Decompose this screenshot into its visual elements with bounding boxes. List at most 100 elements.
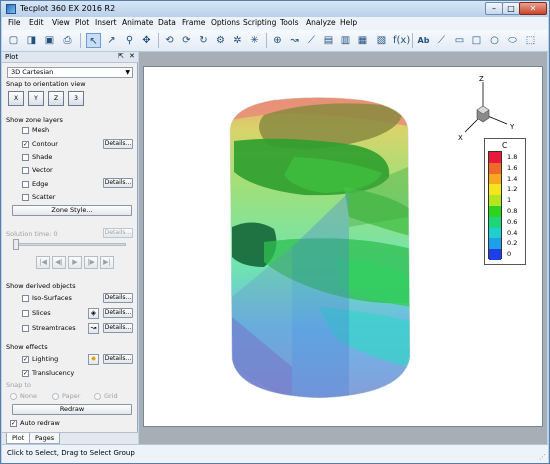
polyline-icon[interactable]: ⟋: [434, 33, 449, 48]
menu-help[interactable]: Help: [340, 18, 357, 27]
rotate-y-icon[interactable]: ⟳: [179, 33, 194, 48]
step-forward-button[interactable]: |▶: [84, 256, 98, 269]
rotate-z-icon[interactable]: ↻: [196, 33, 211, 48]
menu-animate[interactable]: Animate: [122, 18, 153, 27]
text-tool-icon[interactable]: Ab: [416, 33, 431, 48]
step-back-button[interactable]: ◀|: [52, 256, 66, 269]
slices-details-button[interactable]: Details...: [103, 308, 133, 318]
maximize-button[interactable]: □: [502, 2, 520, 15]
tecplot-app-icon: [6, 4, 16, 14]
equation-icon[interactable]: f(x): [393, 33, 410, 48]
data-table-icon[interactable]: ▧: [374, 33, 389, 48]
contour-checkbox[interactable]: ✓: [22, 141, 29, 148]
menu-edit[interactable]: Edit: [29, 18, 44, 27]
resize-grip-icon[interactable]: ⋰: [539, 453, 546, 461]
geometry-icon[interactable]: ⬚: [523, 33, 538, 48]
legend-swatch: [489, 152, 501, 163]
solution-time-details-button[interactable]: Details...: [103, 228, 133, 238]
tab-pages[interactable]: Pages: [29, 433, 61, 444]
snap-x-button[interactable]: X: [8, 91, 24, 106]
snap-y-button[interactable]: Y: [28, 91, 44, 106]
print-icon[interactable]: ⎙: [60, 33, 75, 48]
y-axis-label: Y: [509, 123, 515, 131]
probe-icon[interactable]: ⊕: [270, 33, 285, 48]
menu-tools[interactable]: Tools: [280, 18, 298, 27]
twist-rotate-icon[interactable]: ✳: [247, 33, 262, 48]
streamtrace-icon[interactable]: ↝: [287, 33, 302, 48]
menu-view[interactable]: View: [52, 18, 70, 27]
iso-surfaces-details-button[interactable]: Details...: [103, 293, 133, 303]
slice-tool-icon[interactable]: ◈: [88, 308, 99, 319]
pin-icon[interactable]: ⇱: [118, 52, 124, 60]
skip-to-end-button[interactable]: ▶|: [100, 256, 114, 269]
edge-details-button[interactable]: Details...: [103, 178, 133, 188]
scatter-checkbox[interactable]: [22, 194, 29, 201]
slice-icon[interactable]: ⟋: [304, 33, 319, 48]
circle-icon[interactable]: ○: [487, 33, 502, 48]
tab-plot[interactable]: Plot: [6, 433, 31, 444]
zoom-icon[interactable]: ⚲: [122, 33, 137, 48]
translucency-checkbox[interactable]: ✓: [22, 370, 29, 377]
select-arrow-icon[interactable]: ↖: [86, 33, 101, 48]
snap-3d-button[interactable]: 3: [68, 91, 84, 106]
menu-insert[interactable]: Insert: [95, 18, 117, 27]
slider-thumb[interactable]: [13, 239, 19, 250]
streamtraces-checkbox[interactable]: [22, 325, 29, 332]
scatter-label: Scatter: [32, 193, 56, 201]
streamtraces-details-button[interactable]: Details...: [103, 323, 133, 333]
lighting-details-button[interactable]: Details...: [103, 354, 133, 364]
save-icon[interactable]: ▣: [42, 33, 57, 48]
menu-frame[interactable]: Frame: [182, 18, 205, 27]
play-button[interactable]: ▶: [68, 256, 82, 269]
edge-checkbox[interactable]: [22, 181, 29, 188]
panel-close-icon[interactable]: ✕: [129, 52, 135, 60]
square-icon[interactable]: □: [469, 33, 484, 48]
light-source-icon[interactable]: ✸: [88, 354, 99, 365]
title-bar[interactable]: Tecplot 360 EX 2016 R2 – □ ✕: [1, 1, 549, 17]
legend-value: 0.2: [507, 239, 518, 248]
snap-none-radio[interactable]: [10, 393, 17, 400]
lighting-checkbox[interactable]: ✓: [22, 356, 29, 363]
contour-level-icon[interactable]: ▦: [355, 33, 370, 48]
menu-file[interactable]: File: [8, 18, 21, 27]
status-text: Click to Select, Drag to Select Group: [7, 449, 135, 457]
shade-checkbox[interactable]: [22, 154, 29, 161]
contour-legend[interactable]: C 1.8 1.6 1.4 1.2 1 0.8 0.6 0.4 0.2 0: [484, 138, 526, 265]
new-file-icon[interactable]: ▢: [6, 33, 21, 48]
menu-analyze[interactable]: Analyze: [306, 18, 336, 27]
snap-grid-radio[interactable]: [94, 393, 101, 400]
zone-style-button[interactable]: Zone Style...: [12, 205, 132, 216]
menu-options[interactable]: Options: [211, 18, 240, 27]
streamtrace-tool-icon[interactable]: ↝: [88, 323, 99, 334]
iso-surfaces-checkbox[interactable]: [22, 295, 29, 302]
adjustor-arrow-icon[interactable]: ↗: [104, 33, 119, 48]
minimize-button[interactable]: –: [485, 2, 503, 15]
edge-label: Edge: [32, 180, 49, 188]
contour-details-button[interactable]: Details...: [103, 139, 133, 149]
translate-icon[interactable]: ✥: [139, 33, 154, 48]
slices-checkbox[interactable]: [22, 310, 29, 317]
menu-scripting[interactable]: Scripting: [243, 18, 276, 27]
contour-remove-icon[interactable]: ▥: [338, 33, 353, 48]
menu-data[interactable]: Data: [158, 18, 176, 27]
snap-z-button[interactable]: Z: [48, 91, 64, 106]
snap-paper-radio[interactable]: [52, 393, 59, 400]
spherical-rotate-icon[interactable]: ✲: [230, 33, 245, 48]
plot-type-dropdown[interactable]: 3D Cartesian ▼: [7, 67, 133, 78]
ellipse-icon[interactable]: ⬭: [505, 33, 520, 48]
rectangle-icon[interactable]: ▭: [452, 33, 467, 48]
skip-to-start-button[interactable]: |◀: [36, 256, 50, 269]
mesh-checkbox[interactable]: [22, 127, 29, 134]
solution-time-label: Solution time: 0: [6, 230, 58, 238]
legend-swatch: [489, 184, 501, 196]
menu-plot[interactable]: Plot: [75, 18, 89, 27]
rotate-x-icon[interactable]: ⟲: [162, 33, 177, 48]
vector-checkbox[interactable]: [22, 167, 29, 174]
close-button[interactable]: ✕: [519, 2, 547, 15]
contour-add-icon[interactable]: ▤: [321, 33, 336, 48]
redraw-button[interactable]: Redraw: [12, 404, 132, 415]
rollerball-icon[interactable]: ⚙: [213, 33, 228, 48]
open-folder-icon[interactable]: ◨: [24, 33, 39, 48]
auto-redraw-checkbox[interactable]: ✓: [10, 420, 17, 427]
solution-time-slider[interactable]: [13, 239, 126, 250]
